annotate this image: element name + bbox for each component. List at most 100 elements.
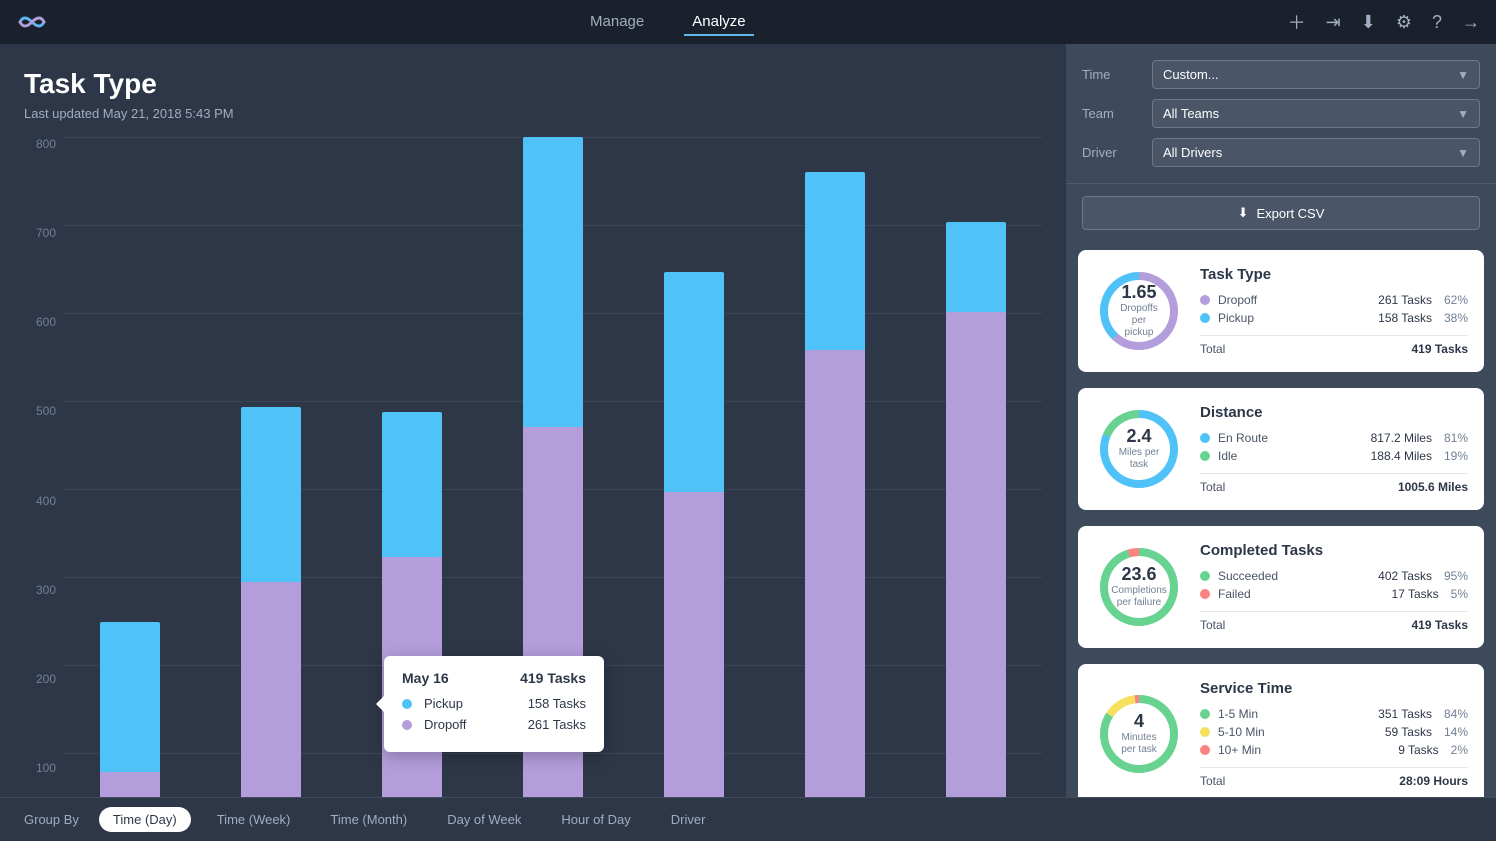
chevron-down-icon-3: ▼ — [1457, 146, 1469, 160]
service-time-rows: 1-5 Min 351 Tasks 84% 5-10 Min 59 Tasks … — [1200, 707, 1468, 788]
failed-row: Failed 17 Tasks 5% — [1200, 587, 1468, 601]
tooltip-arrow — [376, 696, 384, 712]
bar-group-may21[interactable] — [921, 137, 1032, 797]
distance-sublabel: Miles per task — [1117, 447, 1162, 471]
tooltip-header: May 16 419 Tasks — [402, 670, 586, 686]
chevron-down-icon: ▼ — [1457, 68, 1469, 82]
help-icon[interactable]: ? — [1432, 12, 1442, 33]
y-label-600: 600 — [36, 315, 56, 329]
nav-analyze[interactable]: Analyze — [684, 9, 753, 36]
y-label-800: 800 — [36, 137, 56, 151]
bar-group-may20[interactable] — [780, 137, 891, 797]
service-time-sublabel: Minutes per task — [1117, 732, 1162, 756]
distance-title: Distance — [1200, 404, 1468, 421]
download-icon-2: ⬇ — [1238, 205, 1249, 221]
tooltip-total: 419 Tasks — [520, 670, 586, 686]
stat-card-service-time: 4 Minutes per task Service Time 1-5 Min … — [1078, 664, 1484, 797]
filter-time-label: Time — [1082, 67, 1152, 82]
succeeded-row: Succeeded 402 Tasks 95% — [1200, 569, 1468, 583]
group-btn-time-month[interactable]: Time (Month) — [316, 807, 421, 832]
download-icon[interactable]: ⬇ — [1361, 12, 1376, 33]
completed-title: Completed Tasks — [1200, 542, 1468, 559]
tooltip-date: May 16 — [402, 670, 449, 686]
filter-time-select[interactable]: Custom... ▼ — [1152, 60, 1480, 89]
page-title: Task Type — [24, 68, 1042, 100]
task-type-sublabel: Dropoffs per pickup — [1117, 303, 1162, 339]
import-icon[interactable]: ⇥ — [1326, 12, 1341, 33]
y-axis: 800 700 600 500 400 300 200 100 0 — [24, 137, 64, 797]
settings-icon[interactable]: ⚙ — [1396, 12, 1412, 33]
group-btn-hour-of-day[interactable]: Hour of Day — [547, 807, 644, 832]
y-label-500: 500 — [36, 404, 56, 418]
distance-details: Distance En Route 817.2 Miles 81% Idle 1… — [1200, 404, 1468, 494]
bar-group-may15[interactable] — [74, 137, 185, 797]
completed-donut: 23.6 Completions per failure — [1094, 542, 1184, 632]
export-csv-button[interactable]: ⬇ Export CSV — [1082, 196, 1480, 230]
min3-row: 10+ Min 9 Tasks 2% — [1200, 743, 1468, 757]
pickup-row: Pickup 158 Tasks 38% — [1200, 311, 1468, 325]
task-type-total: Total 419 Tasks — [1200, 335, 1468, 356]
stat-card-completed: 23.6 Completions per failure Completed T… — [1078, 526, 1484, 648]
dropoff-dot — [1200, 295, 1210, 305]
en-route-row: En Route 817.2 Miles 81% — [1200, 431, 1468, 445]
y-label-400: 400 — [36, 494, 56, 508]
service-time-value: 4 — [1117, 712, 1162, 732]
tooltip-pickup-val: 158 Tasks — [528, 696, 586, 711]
chart-subtitle: Last updated May 21, 2018 5:43 PM — [24, 106, 1042, 121]
service-time-donut-center: 4 Minutes per task — [1117, 712, 1162, 756]
tooltip-dropoff-val: 261 Tasks — [528, 717, 586, 732]
service-time-total: Total 28:09 Hours — [1200, 767, 1468, 788]
distance-rows: En Route 817.2 Miles 81% Idle 188.4 Mile… — [1200, 431, 1468, 494]
distance-donut: 2.4 Miles per task — [1094, 404, 1184, 494]
dropoff-row: Dropoff 261 Tasks 62% — [1200, 293, 1468, 307]
distance-total: Total 1005.6 Miles — [1200, 473, 1468, 494]
chevron-down-icon-2: ▼ — [1457, 107, 1469, 121]
chart-tooltip: May 16 419 Tasks Pickup 158 Tasks Dropof… — [384, 656, 604, 752]
task-type-donut: 1.65 Dropoffs per pickup — [1094, 266, 1184, 356]
chart-plot: May 16 419 Tasks Pickup 158 Tasks Dropof… — [64, 137, 1042, 797]
filter-section: Time Custom... ▼ Team All Teams ▼ Driver… — [1066, 44, 1496, 184]
completed-details: Completed Tasks Succeeded 402 Tasks 95% … — [1200, 542, 1468, 632]
sidebar: Time Custom... ▼ Team All Teams ▼ Driver… — [1066, 44, 1496, 797]
tooltip-dropoff-label: Dropoff — [424, 717, 516, 732]
idle-dot — [1200, 451, 1210, 461]
chart-inner: Tasks 800 700 600 500 400 300 200 100 0 — [24, 137, 1042, 797]
distance-donut-center: 2.4 Miles per task — [1117, 427, 1162, 471]
min2-row: 5-10 Min 59 Tasks 14% — [1200, 725, 1468, 739]
task-type-title: Task Type — [1200, 266, 1468, 283]
task-type-donut-center: 1.65 Dropoffs per pickup — [1117, 283, 1162, 339]
y-label-700: 700 — [36, 226, 56, 240]
idle-row: Idle 188.4 Miles 19% — [1200, 449, 1468, 463]
failed-dot — [1200, 589, 1210, 599]
add-icon[interactable]: ＋ — [1288, 9, 1306, 35]
nav-manage[interactable]: Manage — [582, 9, 652, 36]
completed-sublabel: Completions per failure — [1111, 585, 1167, 609]
en-route-dot — [1200, 433, 1210, 443]
succeeded-dot — [1200, 571, 1210, 581]
group-btn-driver[interactable]: Driver — [657, 807, 720, 832]
completed-value: 23.6 — [1111, 565, 1167, 585]
group-btn-time-week[interactable]: Time (Week) — [203, 807, 305, 832]
completed-donut-center: 23.6 Completions per failure — [1111, 565, 1167, 609]
service-time-donut: 4 Minutes per task — [1094, 689, 1184, 779]
tooltip-dropoff-row: Dropoff 261 Tasks — [402, 717, 586, 732]
stat-card-task-type: 1.65 Dropoffs per pickup Task Type Dropo… — [1078, 250, 1484, 372]
filter-driver-row: Driver All Drivers ▼ — [1082, 138, 1480, 167]
service-time-title: Service Time — [1200, 680, 1468, 697]
group-btn-time-day[interactable]: Time (Day) — [99, 807, 191, 832]
task-type-details: Task Type Dropoff 261 Tasks 62% Pickup 1… — [1200, 266, 1468, 356]
logout-icon[interactable]: → — [1462, 12, 1480, 33]
filter-team-select[interactable]: All Teams ▼ — [1152, 99, 1480, 128]
group-btn-day-of-week[interactable]: Day of Week — [433, 807, 535, 832]
filter-team-label: Team — [1082, 106, 1152, 121]
distance-value: 2.4 — [1117, 427, 1162, 447]
bar-group-may16[interactable] — [215, 137, 326, 797]
service-time-details: Service Time 1-5 Min 351 Tasks 84% 5-10 … — [1200, 680, 1468, 788]
tooltip-pickup-row: Pickup 158 Tasks — [402, 696, 586, 711]
filter-driver-select[interactable]: All Drivers ▼ — [1152, 138, 1480, 167]
chart-area: Task Type Last updated May 21, 2018 5:43… — [0, 44, 1066, 797]
chart-wrapper: Tasks 800 700 600 500 400 300 200 100 0 — [24, 137, 1042, 797]
y-label-300: 300 — [36, 583, 56, 597]
bar-group-may19[interactable] — [639, 137, 750, 797]
logo[interactable] — [16, 12, 48, 32]
